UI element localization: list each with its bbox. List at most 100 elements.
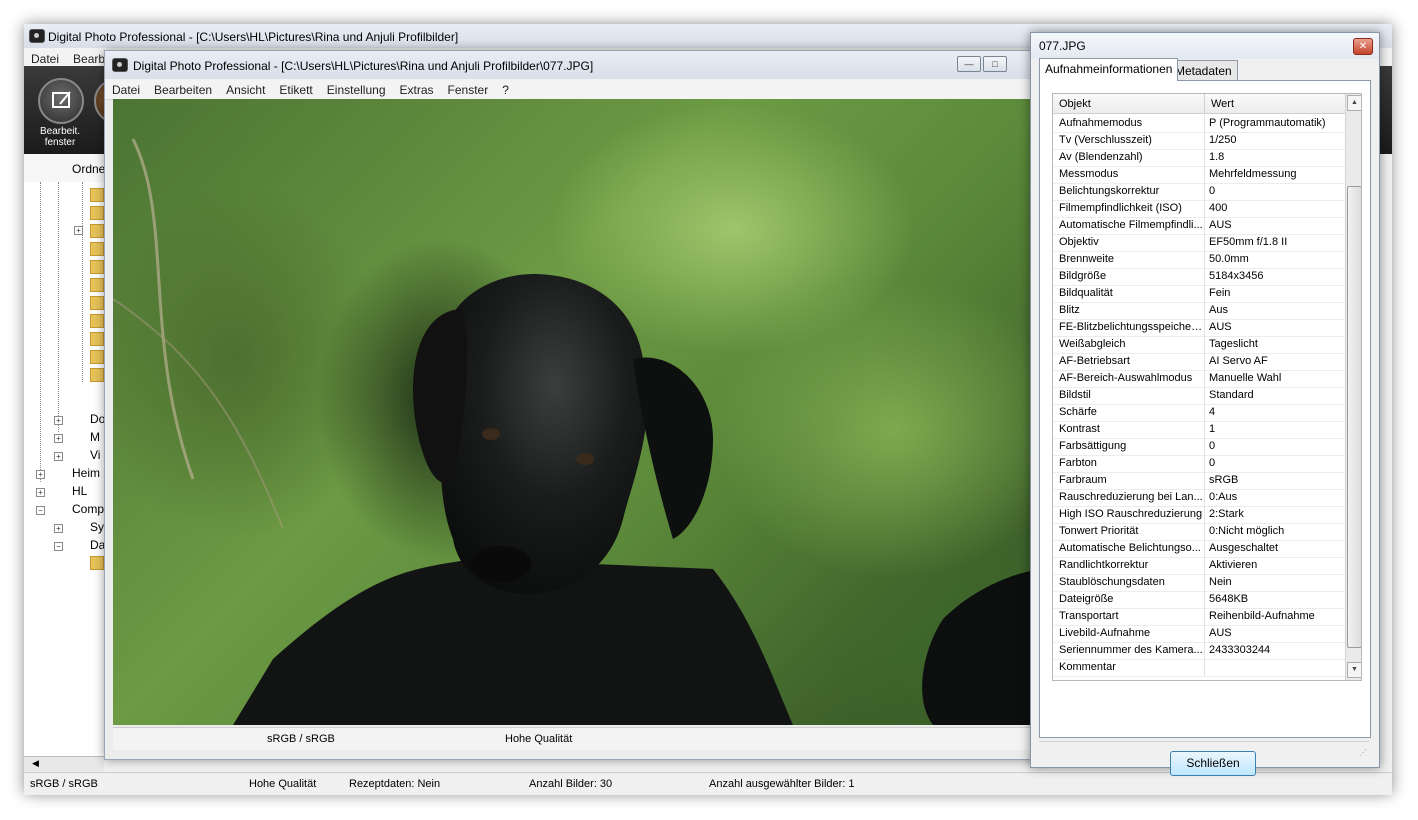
tree-item-videos[interactable]: Vi bbox=[90, 448, 100, 462]
table-row[interactable]: Tonwert Priorität 0:Nicht möglich bbox=[1053, 523, 1345, 541]
table-row[interactable]: Automatische Belichtungso... Ausgeschalte… bbox=[1053, 540, 1345, 558]
tree-item-music[interactable]: M bbox=[90, 430, 100, 444]
table-row[interactable]: Kommentar bbox=[1053, 659, 1345, 677]
table-row[interactable]: Staublöschungsdaten Nein bbox=[1053, 574, 1345, 592]
column-header-objekt[interactable]: Objekt bbox=[1053, 94, 1205, 114]
tab-aufnahmeinformationen[interactable]: Aufnahmeinformationen bbox=[1039, 58, 1179, 81]
table-row[interactable]: Kontrast 1 bbox=[1053, 421, 1345, 439]
edit-window-button[interactable] bbox=[38, 78, 84, 124]
expand-icon[interactable]: + bbox=[54, 434, 63, 443]
main-status-recipe: Rezeptdaten: Nein bbox=[349, 778, 441, 790]
row-key: Weißabgleich bbox=[1059, 338, 1126, 350]
table-row[interactable]: Blitz Aus bbox=[1053, 302, 1345, 320]
table-row[interactable]: Objektiv EF50mm f/1.8 II bbox=[1053, 234, 1345, 252]
expand-icon[interactable]: + bbox=[54, 416, 63, 425]
table-row[interactable]: Livebild-Aufnahme AUS bbox=[1053, 625, 1345, 643]
image-titlebar[interactable]: Digital Photo Professional - [C:\Users\H… bbox=[105, 51, 1045, 79]
row-key: Tonwert Priorität bbox=[1059, 525, 1139, 537]
scroll-thumb[interactable] bbox=[1347, 186, 1361, 648]
dialog-title: 077.JPG bbox=[1039, 39, 1086, 53]
table-row[interactable]: Dateigröße 5648KB bbox=[1053, 591, 1345, 609]
table-row[interactable]: Schärfe 4 bbox=[1053, 404, 1345, 422]
row-value: EF50mm f/1.8 II bbox=[1209, 236, 1288, 248]
tree-item-computer[interactable]: Comp bbox=[72, 502, 104, 516]
row-key: Automatische Filmempfindli... bbox=[1059, 219, 1203, 231]
expand-icon[interactable]: + bbox=[36, 488, 45, 497]
row-key: Transportart bbox=[1059, 610, 1119, 622]
expand-icon[interactable]: + bbox=[54, 524, 63, 533]
menu-fenster[interactable]: Fenster bbox=[441, 79, 496, 97]
table-row[interactable]: FE-Blitzbelichtungsspeicher... AUS bbox=[1053, 319, 1345, 337]
tree-hscrollbar[interactable]: ◀ bbox=[24, 756, 104, 773]
folder-icon bbox=[90, 296, 104, 310]
image-menubar: Datei Bearbeiten Ansicht Etikett Einstellung… bbox=[105, 79, 1045, 100]
folder-tree: + + Do + M + Vi + Heim + HL − Comp + Sy … bbox=[24, 182, 105, 756]
table-row[interactable]: Bildstil Standard bbox=[1053, 387, 1345, 405]
menu-datei[interactable]: Datei bbox=[105, 79, 147, 97]
folder-icon bbox=[90, 188, 104, 202]
table-row[interactable]: Brennweite 50.0mm bbox=[1053, 251, 1345, 269]
row-value: Reihenbild-Aufnahme bbox=[1209, 610, 1315, 622]
tree-item-system[interactable]: Sy bbox=[90, 520, 104, 534]
table-row[interactable]: Rauschreduzierung bei Lan... 0:Aus bbox=[1053, 489, 1345, 507]
column-header-wert[interactable]: Wert bbox=[1205, 94, 1345, 114]
tree-item-hl[interactable]: HL bbox=[72, 484, 87, 498]
table-row[interactable]: Farbraum sRGB bbox=[1053, 472, 1345, 490]
folder-tab[interactable]: Ordne bbox=[24, 154, 105, 183]
scroll-up-icon[interactable]: ▲ bbox=[1347, 95, 1361, 111]
resize-grip-icon[interactable]: ⋰ bbox=[1359, 748, 1367, 757]
table-row[interactable]: Bildgröße 5184x3456 bbox=[1053, 268, 1345, 286]
dialog-close-icon[interactable]: ✕ bbox=[1353, 38, 1373, 55]
scroll-left-icon[interactable]: ◀ bbox=[32, 758, 39, 769]
row-key: Bildgröße bbox=[1059, 270, 1107, 282]
collapse-icon[interactable]: − bbox=[54, 542, 63, 551]
tab-panel: Objekt Wert Aufnahmemodus P (Programmauto… bbox=[1039, 80, 1371, 776]
row-value: Mehrfeldmessung bbox=[1209, 168, 1297, 180]
table-row[interactable]: Messmodus Mehrfeldmessung bbox=[1053, 166, 1345, 184]
menu-etikett[interactable]: Etikett bbox=[272, 79, 319, 97]
menu-help[interactable]: ? bbox=[495, 79, 516, 97]
table-row[interactable]: Seriennummer des Kamera... 2433303244 bbox=[1053, 642, 1345, 660]
main-menu-datei[interactable]: Datei bbox=[24, 48, 66, 66]
table-row[interactable]: Farbton 0 bbox=[1053, 455, 1345, 473]
table-row[interactable]: Av (Blendenzahl) 1.8 bbox=[1053, 149, 1345, 167]
table-row[interactable]: AF-Bereich-Auswahlmodus Manuelle Wahl bbox=[1053, 370, 1345, 388]
table-row[interactable]: High ISO Rauschreduzierung 2:Stark bbox=[1053, 506, 1345, 524]
row-key: Livebild-Aufnahme bbox=[1059, 627, 1151, 639]
row-value: Aus bbox=[1209, 304, 1228, 316]
table-row[interactable]: Farbsättigung 0 bbox=[1053, 438, 1345, 456]
expand-icon[interactable]: + bbox=[54, 452, 63, 461]
menu-einstellung[interactable]: Einstellung bbox=[320, 79, 393, 97]
table-row[interactable]: Tv (Verschlusszeit) 1/250 bbox=[1053, 132, 1345, 150]
row-value: 0 bbox=[1209, 457, 1216, 469]
table-row[interactable]: Randlichtkorrektur Aktivieren bbox=[1053, 557, 1345, 575]
menu-extras[interactable]: Extras bbox=[393, 79, 441, 97]
table-row[interactable]: Belichtungskorrektur 0 bbox=[1053, 183, 1345, 201]
grid-vscrollbar[interactable]: ▲ ▼ bbox=[1345, 94, 1361, 680]
edit-image-icon bbox=[52, 91, 71, 108]
table-row[interactable]: Weißabgleich Tageslicht bbox=[1053, 336, 1345, 354]
dialog-titlebar[interactable]: 077.JPG ✕ bbox=[1031, 33, 1379, 59]
table-row[interactable]: Automatische Filmempfindli... AUS bbox=[1053, 217, 1345, 235]
collapse-icon[interactable]: − bbox=[36, 506, 45, 515]
menu-ansicht[interactable]: Ansicht bbox=[219, 79, 272, 97]
row-key: Aufnahmemodus bbox=[1059, 117, 1143, 129]
table-row[interactable]: AF-Betriebsart AI Servo AF bbox=[1053, 353, 1345, 371]
maximize-button[interactable]: □ bbox=[983, 56, 1007, 72]
expand-icon[interactable]: + bbox=[36, 470, 45, 479]
expand-icon[interactable]: + bbox=[74, 226, 83, 235]
table-row[interactable]: Aufnahmemodus P (Programmautomatik) bbox=[1053, 115, 1345, 133]
row-value: Aktivieren bbox=[1209, 559, 1258, 571]
minimize-button[interactable]: — bbox=[957, 56, 981, 72]
menu-bearbeiten[interactable]: Bearbeiten bbox=[147, 79, 219, 97]
table-row[interactable]: Bildqualität Fein bbox=[1053, 285, 1345, 303]
photo-preview[interactable] bbox=[113, 99, 1045, 725]
row-key: Farbton bbox=[1059, 457, 1097, 469]
table-row[interactable]: Filmempfindlichkeit (ISO) 400 bbox=[1053, 200, 1345, 218]
tab-metadaten[interactable]: Metadaten bbox=[1169, 60, 1238, 81]
row-value: sRGB bbox=[1209, 474, 1239, 486]
scroll-down-icon[interactable]: ▼ bbox=[1347, 662, 1361, 678]
tree-item-homegroup[interactable]: Heim bbox=[72, 466, 100, 480]
shooting-info-grid: Objekt Wert Aufnahmemodus P (Programmauto… bbox=[1052, 93, 1362, 681]
table-row[interactable]: Transportart Reihenbild-Aufnahme bbox=[1053, 608, 1345, 626]
